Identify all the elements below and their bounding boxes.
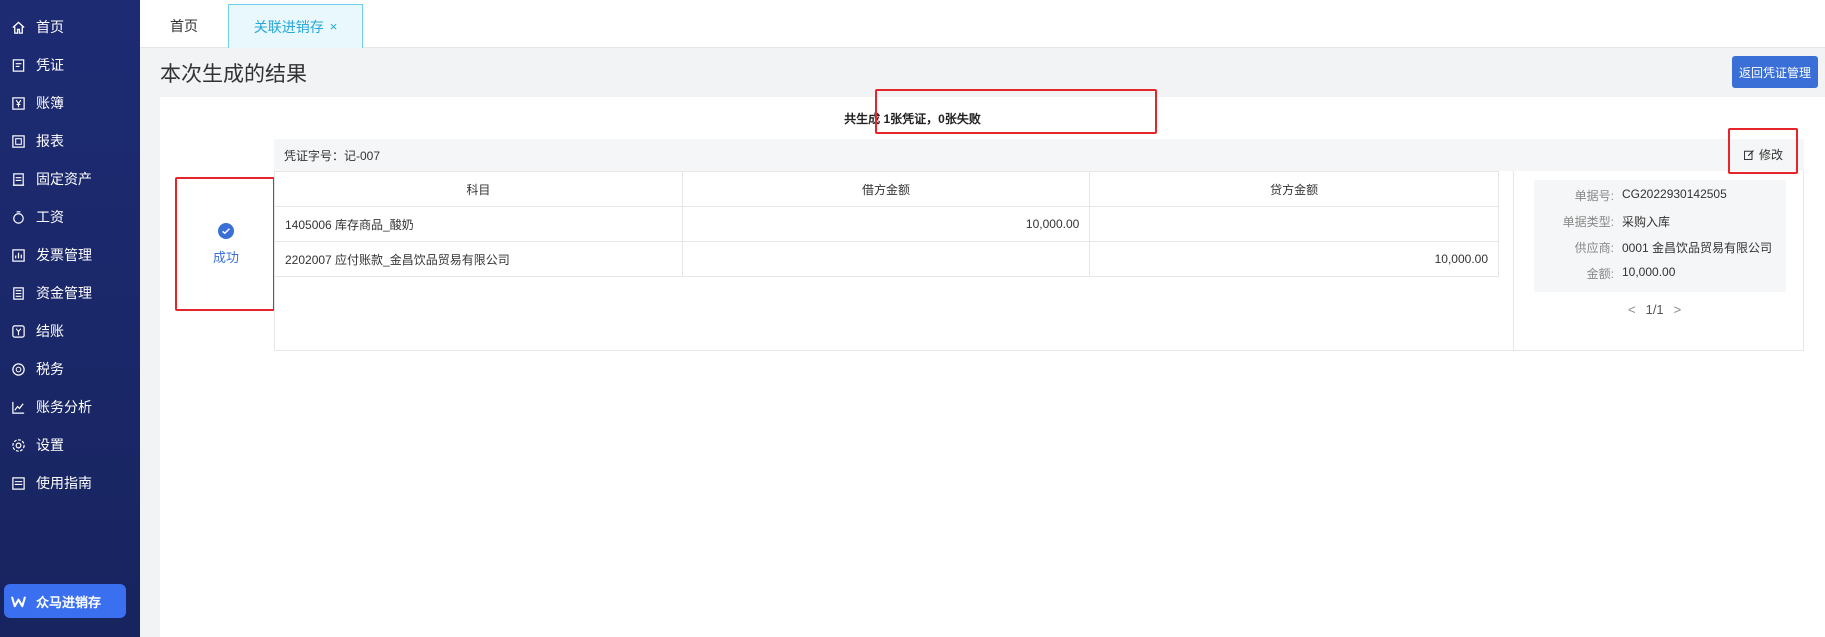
tab-link-inventory[interactable]: 关联进销存 × (228, 4, 363, 48)
page-indicator: 1/1 (1645, 302, 1664, 317)
sidebar-item-label: 结账 (36, 323, 64, 339)
sidebar-item-label: 凭证 (36, 57, 64, 73)
sidebar-item-analysis[interactable]: 账务分析 (0, 387, 140, 427)
credit-cell (1089, 206, 1499, 242)
chart-icon (10, 399, 26, 415)
sidebar-item-salary[interactable]: 工资 (0, 197, 140, 237)
sidebar-item-invoice[interactable]: 发票管理 (0, 235, 140, 275)
sidebar-item-home[interactable]: 首页 (0, 7, 140, 47)
sidebar-item-closing[interactable]: 结账 (0, 311, 140, 351)
asset-icon (10, 171, 26, 187)
sidebar-item-label: 设置 (36, 437, 64, 453)
column-header: 借方金额 (681, 171, 1091, 207)
field-value: 10,000.00 (1622, 265, 1676, 279)
table-row: 2202007 应付账款_金昌饮品贸易有限公司 10,000.00 (274, 241, 1499, 277)
gear-icon (10, 437, 26, 453)
tax-icon (10, 361, 26, 377)
next-page-button[interactable]: > (1674, 302, 1682, 317)
field-value: 0001 金昌饮品贸易有限公司 (1622, 241, 1773, 255)
invoice-icon (10, 247, 26, 263)
sidebar-item-tax[interactable]: 税务 (0, 349, 140, 389)
back-to-voucher-button[interactable]: 返回凭证管理 (1732, 56, 1818, 88)
sidebar-item-voucher[interactable]: 凭证 (0, 45, 140, 85)
sidebar-item-label: 工资 (36, 209, 64, 225)
prev-page-button[interactable]: < (1628, 302, 1636, 317)
document-info-card: 单据号: CG2022930142505 单据类型: 采购入库 供应商: 000… (1534, 180, 1786, 292)
tab-label: 首页 (170, 18, 198, 34)
report-icon (10, 133, 26, 149)
field-key: 单据类型: (1562, 215, 1614, 229)
sidebar-item-label: 账务分析 (36, 399, 92, 415)
tab-label: 关联进销存 (253, 18, 324, 35)
subject-cell: 1405006 库存商品_酸奶 (274, 206, 683, 242)
guide-icon (10, 475, 26, 491)
column-header: 贷方金额 (1089, 171, 1499, 207)
column-header: 科目 (274, 171, 683, 207)
field-key: 金额: (1586, 267, 1614, 281)
sidebar-item-label: 发票管理 (36, 247, 92, 263)
voucher-header: 凭证字号：记-007 (274, 139, 1804, 171)
zhongma-logo-icon (10, 593, 26, 609)
sidebar-item-funds[interactable]: 资金管理 (0, 273, 140, 313)
field-key: 单据号: (1574, 189, 1614, 203)
field-key: 供应商: (1574, 241, 1614, 255)
doc-field-supplier: 供应商: 0001 金昌饮品贸易有限公司 (1534, 239, 1786, 256)
field-value: CG2022930142505 (1622, 187, 1727, 201)
subject-cell: 2202007 应付账款_金昌饮品贸易有限公司 (274, 241, 683, 277)
sidebar-item-label: 首页 (36, 19, 64, 35)
voucher-table: 科目 借方金额 贷方金额 1405006 库存商品_酸奶 10,000.00 2… (274, 171, 1499, 277)
home-icon (10, 19, 26, 35)
highlight-box-summary (875, 89, 1157, 134)
divider (1513, 171, 1514, 350)
sidebar-item-label: 众马进销存 (36, 594, 102, 610)
yen-icon (10, 95, 26, 111)
sidebar-item-label: 固定资产 (36, 171, 92, 187)
credit-cell: 10,000.00 (1089, 241, 1499, 277)
table-row: 1405006 库存商品_酸奶 10,000.00 (274, 206, 1499, 242)
sidebar-item-settings[interactable]: 设置 (0, 425, 140, 465)
sidebar-item-label: 资金管理 (36, 285, 92, 301)
sidebar-item-fixed-assets[interactable]: 固定资产 (0, 159, 140, 199)
doc-field-type: 单据类型: 采购入库 (1534, 213, 1786, 230)
sidebar-item-label: 使用指南 (36, 475, 92, 491)
pager: < 1/1 > (1628, 302, 1681, 317)
voucher-icon (10, 57, 26, 73)
sidebar-item-label: 报表 (36, 133, 64, 149)
close-icon[interactable]: × (330, 19, 338, 34)
debit-cell: 10,000.00 (681, 206, 1091, 242)
voucher-number: 凭证字号：记-007 (284, 148, 381, 163)
tab-bar: 首页 关联进销存 × (140, 0, 1825, 48)
debit-cell (681, 241, 1091, 277)
sidebar-item-label: 税务 (36, 361, 64, 377)
field-value: 采购入库 (1622, 215, 1671, 229)
salary-icon (10, 209, 26, 225)
doc-field-number: 单据号: CG2022930142505 (1534, 187, 1786, 204)
table-header-row: 科目 借方金额 贷方金额 (274, 171, 1499, 207)
page-title: 本次生成的结果 (160, 63, 307, 86)
highlight-box-status (175, 177, 275, 311)
fund-icon (10, 285, 26, 301)
sidebar: 首页 凭证 账簿 报表 固定资产 工资 发票管理 资金管理 结账 税务 账务分析 (0, 0, 140, 637)
sidebar-item-report[interactable]: 报表 (0, 121, 140, 161)
doc-field-amount: 金额: 10,000.00 (1534, 265, 1786, 282)
tab-home[interactable]: 首页 (140, 4, 228, 48)
sidebar-item-guide[interactable]: 使用指南 (0, 463, 140, 503)
closing-icon (10, 323, 26, 339)
highlight-box-edit (1728, 128, 1798, 174)
sidebar-item-zhongma[interactable]: 众马进销存 (4, 584, 126, 618)
